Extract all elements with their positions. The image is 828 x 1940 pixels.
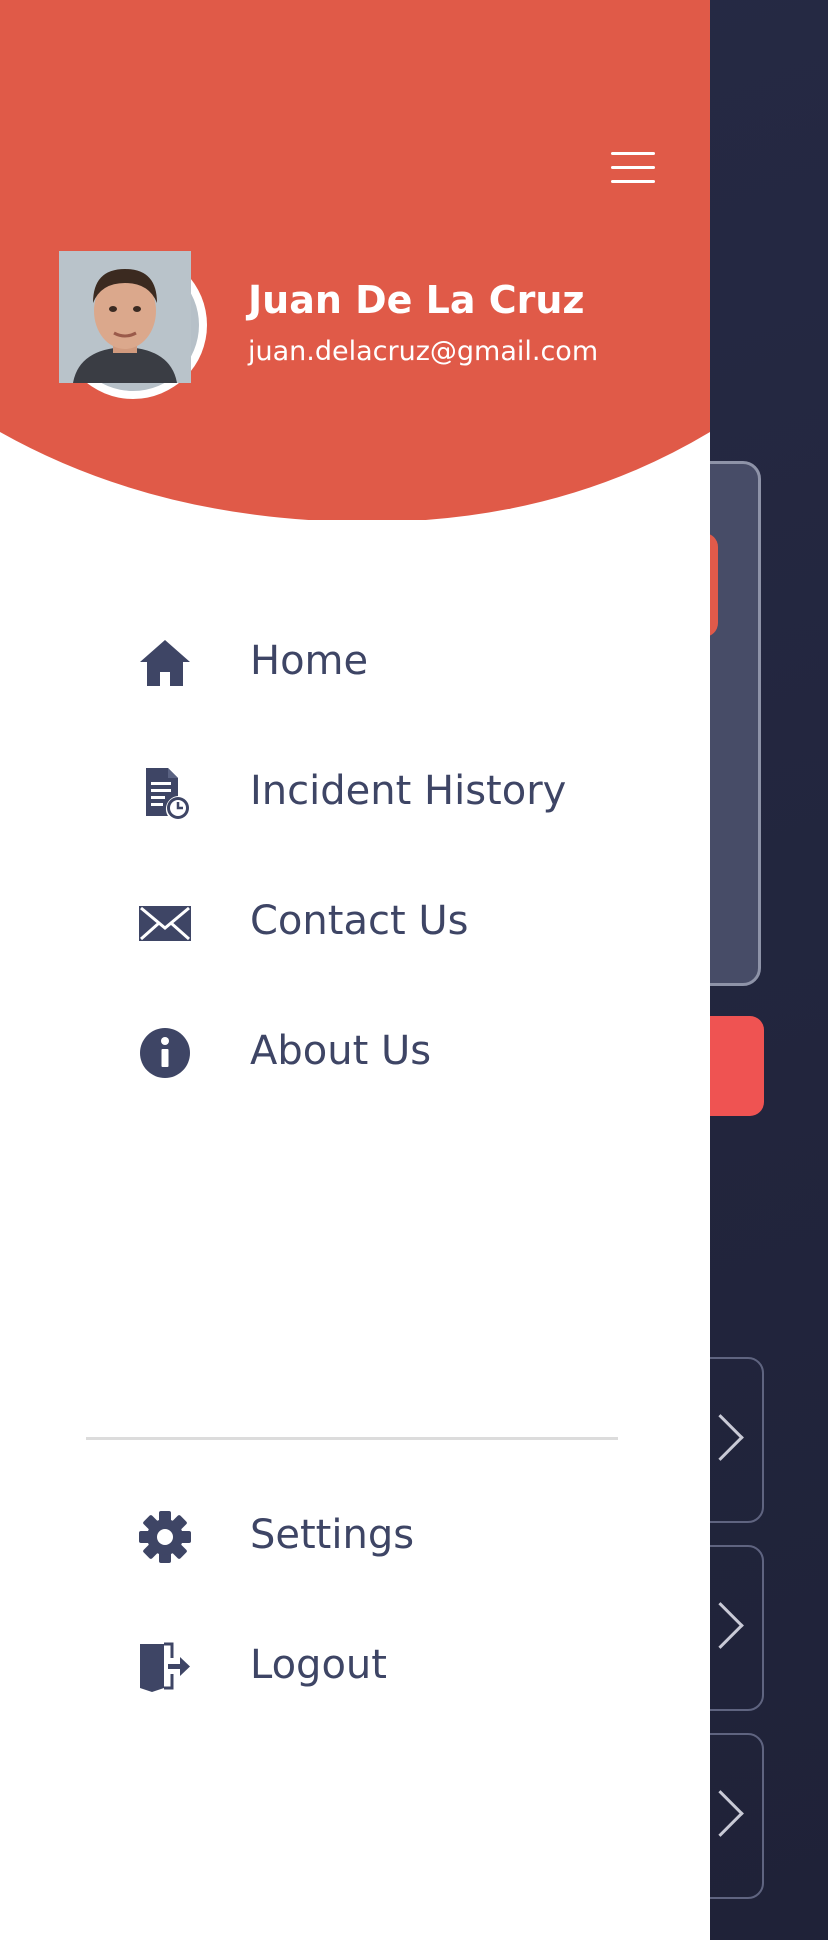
info-icon	[140, 1028, 190, 1078]
menu-item-logout[interactable]: Logout	[0, 1612, 710, 1722]
person-icon	[59, 251, 191, 383]
drawer-header: Juan De La Cruz juan.delacruz@gmail.com	[0, 0, 710, 520]
avatar[interactable]	[59, 251, 207, 399]
user-email: juan.delacruz@gmail.com	[248, 336, 599, 367]
user-name: Juan De La Cruz	[248, 278, 585, 322]
menu-item-incident-history[interactable]: Incident History	[0, 738, 710, 848]
menu-item-about-us[interactable]: About Us	[0, 998, 710, 1108]
gear-icon	[139, 1511, 191, 1563]
menu-item-home[interactable]: Home	[0, 608, 710, 718]
avatar-photo	[59, 251, 199, 391]
navigation-drawer: Juan De La Cruz juan.delacruz@gmail.com …	[0, 0, 710, 1940]
menu-item-settings[interactable]: Settings	[0, 1482, 710, 1592]
menu-item-label: Settings	[250, 1512, 415, 1558]
menu-item-label: Incident History	[250, 768, 567, 814]
menu-item-label: Contact Us	[250, 898, 469, 944]
hamburger-menu-button[interactable]	[606, 148, 656, 188]
document-history-icon	[146, 768, 189, 819]
menu-item-contact-us[interactable]: Contact Us	[0, 868, 710, 978]
home-icon	[140, 640, 190, 686]
menu-item-label: About Us	[250, 1028, 432, 1074]
logout-icon	[140, 1642, 190, 1692]
menu-item-label: Logout	[250, 1642, 387, 1688]
menu-item-label: Home	[250, 638, 369, 684]
envelope-icon	[139, 906, 191, 941]
menu-divider	[86, 1437, 618, 1440]
